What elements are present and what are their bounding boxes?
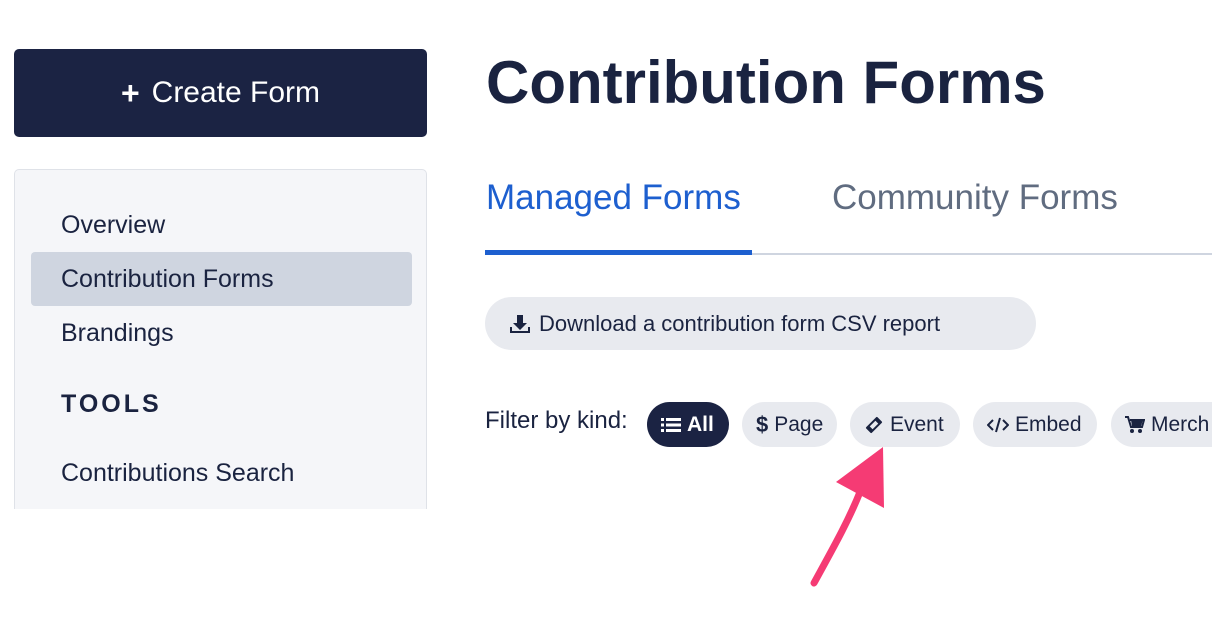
sidebar-item-contributions-search[interactable]: Contributions Search xyxy=(31,446,412,500)
code-icon xyxy=(987,417,1009,433)
sidebar-item-label: Overview xyxy=(61,210,166,239)
tab-bar: Managed Forms Community Forms xyxy=(485,170,1212,256)
tab-community-forms[interactable]: Community Forms xyxy=(832,178,1118,218)
filter-label: Filter by kind: xyxy=(485,407,628,434)
download-csv-report-button[interactable]: Download a contribution form CSV report xyxy=(485,297,1036,350)
filter-chip-embed[interactable]: Embed xyxy=(973,402,1097,447)
filter-chip-merch[interactable]: Merch xyxy=(1111,402,1212,447)
sidebar-item-overview[interactable]: Overview xyxy=(31,198,412,252)
tab-managed-forms[interactable]: Managed Forms xyxy=(486,178,741,218)
cart-icon xyxy=(1125,415,1145,434)
sidebar-item-brandings[interactable]: Brandings xyxy=(31,306,412,360)
sidebar-item-contribution-forms[interactable]: Contribution Forms xyxy=(31,252,412,306)
sidebar-item-label: Brandings xyxy=(61,318,174,347)
active-tab-indicator xyxy=(485,250,752,255)
filter-chip-label: All xyxy=(687,412,714,436)
create-form-button[interactable]: + Create Form xyxy=(14,49,427,137)
dollar-icon: $ xyxy=(756,411,769,437)
filter-chip-label: Page xyxy=(774,412,824,436)
filter-chip-all[interactable]: All xyxy=(647,402,729,447)
filter-chip-label: Merch xyxy=(1151,412,1210,436)
filter-chip-label: Event xyxy=(890,412,944,436)
download-label: Download a contribution form CSV report xyxy=(539,310,941,336)
ticket-icon xyxy=(864,415,884,435)
sidebar-item-label: Contributions Search xyxy=(61,458,295,487)
plus-icon: + xyxy=(120,75,140,111)
tools-heading: TOOLS xyxy=(61,390,162,418)
pointer-arrow-icon xyxy=(810,447,884,587)
download-icon xyxy=(510,314,530,333)
page-title: Contribution Forms xyxy=(486,49,1046,116)
sidebar: Overview Contribution Forms Brandings TO… xyxy=(14,169,427,509)
filter-chip-label: Embed xyxy=(1015,412,1082,436)
list-icon xyxy=(661,417,681,433)
create-form-label: Create Form xyxy=(151,76,321,109)
sidebar-item-label: Contribution Forms xyxy=(61,264,274,293)
